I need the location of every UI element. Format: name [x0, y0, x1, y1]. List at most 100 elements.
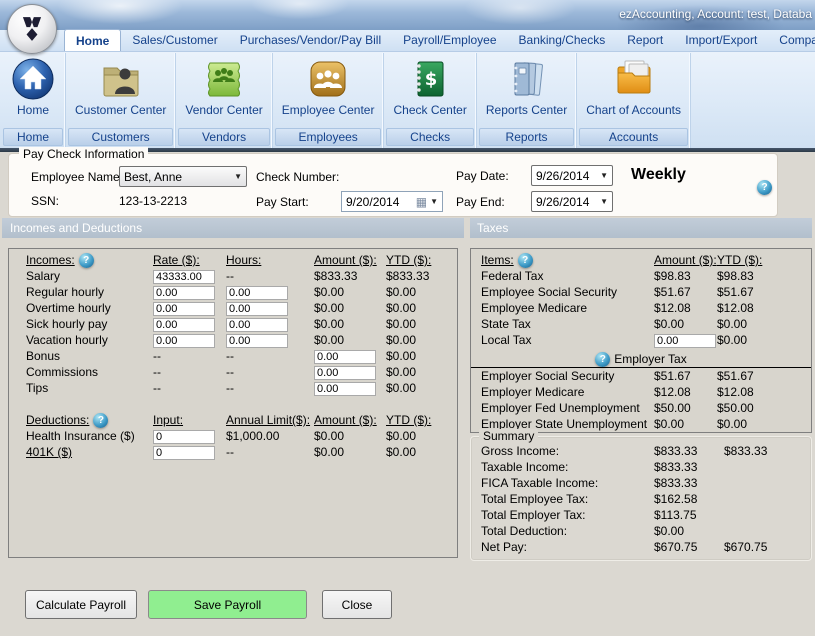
pay-date-select[interactable]: 9/26/2014 ▼	[531, 165, 613, 186]
save-payroll-button[interactable]: Save Payroll	[148, 590, 307, 619]
titlebar: ezAccounting, Account: test, Databa	[0, 0, 815, 30]
close-button[interactable]: Close	[322, 590, 392, 619]
ribbon-button[interactable]: Vendor Center	[178, 55, 269, 117]
help-icon[interactable]: ?	[595, 352, 610, 367]
menu-tab[interactable]: Purchases/Vendor/Pay Bill	[229, 29, 392, 51]
summary-label: Gross Income:	[481, 443, 654, 459]
chevron-down-icon: ▼	[594, 171, 608, 180]
menu-tab-label: Import/Export	[685, 33, 757, 47]
amount-input[interactable]	[314, 366, 376, 380]
income-label: Regular hourly	[26, 284, 153, 300]
ribbon-button-label: Vendor Center	[185, 103, 262, 117]
ribbon-button[interactable]: Chart of Accounts	[579, 55, 688, 117]
income-label: Vacation hourly	[26, 332, 153, 348]
ribbon-group: Chart of Accounts Accounts	[577, 53, 691, 148]
app-window: ezAccounting, Account: test, Databa Home…	[0, 0, 815, 636]
amount-value: $0.00	[314, 285, 344, 299]
ribbon-icon	[611, 56, 657, 102]
ribbon-icon: $	[407, 56, 453, 102]
income-row: Vacation hourly $0.00	[9, 332, 457, 348]
ribbon-group-caption: Vendors	[178, 128, 269, 146]
calculate-payroll-button[interactable]: Calculate Payroll	[25, 590, 137, 619]
annual-limit-value: $1,000.00	[226, 428, 314, 444]
menu-tab[interactable]: Import/Export	[674, 29, 768, 51]
ribbon-button[interactable]: Employee Center	[275, 55, 382, 117]
rate-input[interactable]	[153, 286, 215, 300]
taxes-table-header: Items: ? Amount ($): YTD ($):	[471, 252, 811, 268]
tax-amount-value: $98.83	[654, 269, 691, 283]
rate-input[interactable]	[153, 270, 215, 284]
hours-input[interactable]	[226, 334, 288, 348]
hours-input[interactable]	[226, 318, 288, 332]
deduction-row: 401K ($) -- $0.00 $0.00	[9, 444, 457, 460]
pay-end-select[interactable]: 9/26/2014 ▼	[531, 191, 613, 212]
employee-name-select[interactable]: Best, Anne ▼	[119, 166, 247, 187]
tax-amount-value: $12.08	[654, 301, 691, 315]
help-icon[interactable]: ?	[757, 180, 772, 195]
tax-amount-value: $0.00	[654, 317, 684, 331]
rate-input[interactable]	[153, 318, 215, 332]
help-icon[interactable]: ?	[518, 253, 533, 268]
tax-amount-value: $51.67	[654, 368, 717, 384]
ytd-value: $0.00	[386, 300, 457, 316]
menu-tab-label: Banking/Checks	[519, 33, 606, 47]
pay-start-datepicker[interactable]: 9/20/2014 ▦ ▼	[341, 191, 443, 212]
rate-value: --	[153, 381, 161, 395]
rate-input[interactable]	[153, 302, 215, 316]
summary-rows: Gross Income: $833.33 $833.33 Taxable In…	[471, 437, 811, 555]
help-icon[interactable]: ?	[79, 253, 94, 268]
ribbon-button-label: Chart of Accounts	[586, 103, 681, 117]
amount-value: $0.00	[314, 333, 344, 347]
tax-amount-input[interactable]	[654, 334, 716, 348]
deduction-input[interactable]	[153, 430, 215, 444]
rate-value: --	[153, 349, 161, 363]
income-row: Regular hourly $0.00	[9, 284, 457, 300]
hours-input[interactable]	[226, 286, 288, 300]
ribbon-button[interactable]: Reports Center	[479, 55, 574, 117]
menu-tab[interactable]: Banking/Checks	[508, 29, 617, 51]
menu-tab-label: Sales/Customer	[132, 33, 217, 47]
pay-date-value: 9/26/2014	[536, 169, 589, 183]
ribbon-group-caption: Home	[3, 128, 63, 146]
ribbon-icon	[504, 56, 550, 102]
menu-tab[interactable]: Company	[768, 29, 815, 51]
app-logo-button[interactable]	[7, 4, 57, 54]
ribbon-group-caption: Checks	[386, 128, 473, 146]
summary-row: Taxable Income: $833.33	[471, 459, 811, 475]
tax-ytd-value: $98.83	[717, 268, 811, 284]
ribbon-group: Customer Center Customers	[66, 53, 176, 148]
deductions-table-header: Deductions: ? Input: Annual Limit($): Am…	[9, 412, 457, 428]
menu-tab[interactable]: Home	[64, 29, 121, 51]
chevron-down-icon: ▼	[228, 172, 242, 181]
taxes-panel: Items: ? Amount ($): YTD ($): Federal Ta…	[470, 248, 812, 433]
menu-tab[interactable]: Sales/Customer	[121, 29, 228, 51]
amount-value: $0.00	[314, 301, 344, 315]
ytd-value: $0.00	[386, 332, 457, 348]
ytd-value: $0.00	[386, 364, 457, 380]
deduction-input[interactable]	[153, 446, 215, 460]
employer-tax-rows: Employer Social Security $51.67 $51.67 E…	[471, 368, 811, 432]
pay-start-value: 9/20/2014	[346, 195, 399, 209]
summary-value: $833.33	[654, 459, 724, 475]
ribbon-button[interactable]: $ Check Center	[386, 55, 473, 117]
amount-input[interactable]	[314, 382, 376, 396]
taxes-section-header: Taxes	[470, 218, 812, 238]
summary-label: Taxable Income:	[481, 459, 654, 475]
help-icon[interactable]: ?	[93, 413, 108, 428]
amount-input[interactable]	[314, 350, 376, 364]
ribbon-group-caption-label: Vendors	[202, 130, 246, 144]
ribbon-button[interactable]: Home	[3, 55, 63, 117]
incomes-col-hours: Hours:	[226, 252, 314, 268]
rate-input[interactable]	[153, 334, 215, 348]
ytd-value: $0.00	[386, 428, 457, 444]
hours-value: --	[226, 365, 234, 379]
paycheck-info-groupbox: Pay Check Information Employee Name: Bes…	[8, 153, 778, 217]
summary-value: $0.00	[654, 523, 724, 539]
menu-tab[interactable]: Report	[616, 29, 674, 51]
deductions-col-amount: Amount ($):	[314, 412, 386, 428]
ribbon-button[interactable]: Customer Center	[68, 55, 173, 117]
taxes-col-ytd: YTD ($):	[717, 252, 811, 268]
menu-tab[interactable]: Payroll/Employee	[392, 29, 507, 51]
hours-input[interactable]	[226, 302, 288, 316]
tax-label: Local Tax	[481, 332, 654, 348]
